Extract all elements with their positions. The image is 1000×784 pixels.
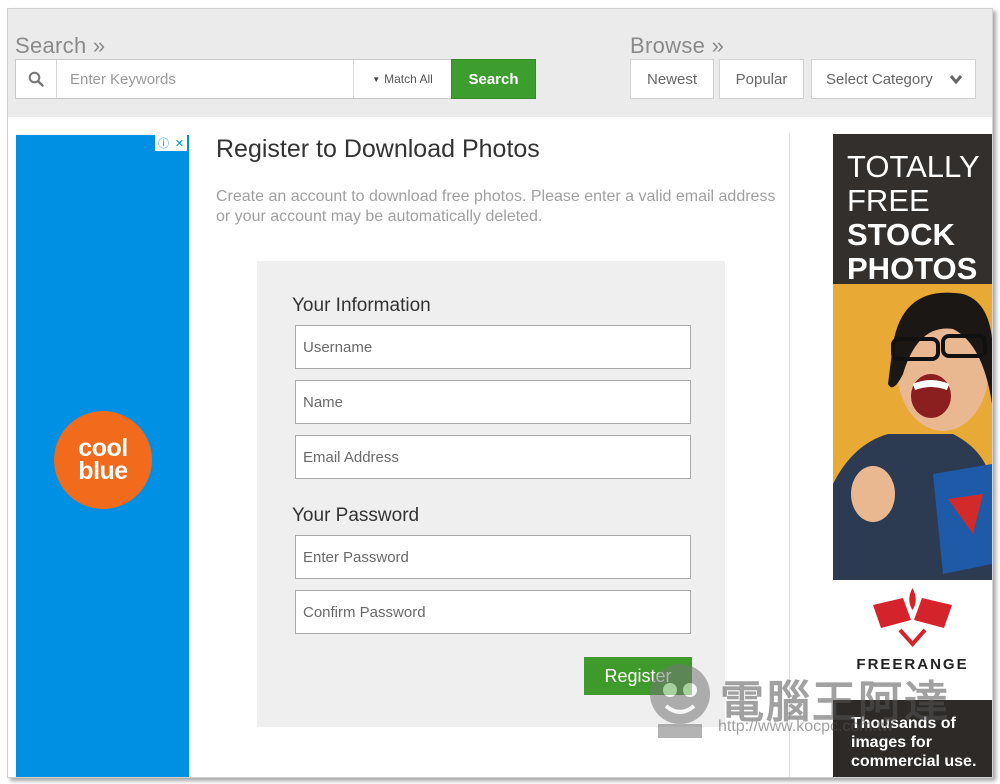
- username-field[interactable]: [295, 325, 691, 369]
- search-box: ▼ Match All Search: [15, 59, 536, 99]
- chevron-down-icon: [949, 75, 963, 85]
- mascot-icon: [650, 664, 710, 738]
- email-field[interactable]: [295, 435, 691, 479]
- search-icon[interactable]: [16, 60, 57, 98]
- your-information-heading: Your Information: [292, 295, 431, 316]
- confirm-password-field[interactable]: [295, 590, 691, 634]
- caret-down-icon: ▼: [372, 74, 381, 84]
- search-section-label: Search »: [15, 33, 106, 58]
- your-password-heading: Your Password: [292, 505, 420, 526]
- right-ad-headline: TOTALLY FREE STOCK PHOTOS: [847, 150, 980, 286]
- page-description: Create an account to download free photo…: [216, 188, 776, 225]
- right-ad-line3: STOCK: [847, 217, 955, 252]
- coolblue-line2: blue: [78, 457, 128, 485]
- left-ad-banner[interactable]: ⓘ ✕ cool blue: [16, 135, 189, 777]
- ad-close-icon[interactable]: ✕: [175, 137, 184, 150]
- name-field[interactable]: [295, 380, 691, 424]
- person-illustration: [833, 292, 992, 584]
- search-button[interactable]: Search: [451, 59, 536, 99]
- select-category-label: Select Category: [826, 70, 933, 88]
- right-ad-line1: TOTALLY: [847, 149, 980, 184]
- browse-section-label: Browse »: [630, 33, 725, 58]
- right-ad-photo: [833, 284, 992, 584]
- ad-choices-badge[interactable]: ⓘ ✕: [155, 135, 187, 151]
- right-ad-line2: FREE: [847, 183, 930, 218]
- page-title: Register to Download Photos: [216, 135, 540, 163]
- browse-newest-button[interactable]: Newest: [630, 59, 714, 99]
- coolblue-logo: cool blue: [54, 411, 152, 509]
- watermark-url: http://www.kocpc.com.tw: [718, 718, 894, 735]
- password-field[interactable]: [295, 535, 691, 579]
- match-all-dropdown[interactable]: ▼ Match All: [353, 60, 451, 98]
- right-ad-tag3: commercial use.: [851, 753, 977, 770]
- watermark: 電腦王阿達 http://www.kocpc.com.tw: [640, 652, 980, 752]
- search-input[interactable]: [60, 60, 350, 98]
- browse-popular-button[interactable]: Popular: [719, 59, 804, 99]
- match-all-label: Match All: [384, 72, 433, 86]
- select-category-dropdown[interactable]: Select Category: [811, 59, 976, 99]
- top-bar: Search » ▼ Match All Search Browse » New…: [8, 9, 992, 117]
- right-ad-line4: PHOTOS: [847, 251, 978, 286]
- ad-info-icon[interactable]: ⓘ: [158, 135, 169, 151]
